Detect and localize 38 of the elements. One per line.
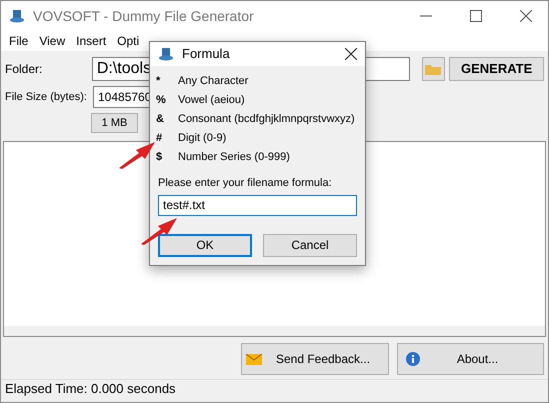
size-preset-button[interactable]: 1 MB <box>91 113 138 134</box>
envelope-icon <box>246 354 262 364</box>
formula-meaning: Vowel (aeiou) <box>178 93 245 108</box>
maximize-icon[interactable] <box>470 10 482 22</box>
formula-meaning: Number Series (0-999) <box>178 150 290 166</box>
pointer-arrow-drawing <box>119 141 155 169</box>
menu-item[interactable]: View <box>39 32 66 50</box>
close-icon[interactable] <box>520 10 532 22</box>
about-button[interactable]: About... <box>397 343 544 375</box>
dialog-title: Formula <box>182 45 230 64</box>
formula-symbol: % <box>156 93 167 108</box>
formula-meaning: Any Character <box>178 74 248 90</box>
formula-meaning: Consonant (bcdfghjklmnpqrstvwxyz) <box>178 112 355 128</box>
menu-item[interactable]: Insert <box>76 32 106 50</box>
dialog-icon <box>158 46 174 62</box>
menu-item[interactable]: File <box>9 32 28 50</box>
window-title: VOVSOFT - Dummy File Generator <box>33 6 254 26</box>
app-icon <box>9 8 25 24</box>
info-icon <box>406 352 420 366</box>
generate-button[interactable]: GENERATE <box>449 57 544 81</box>
pointer-arrow-drawing <box>141 217 177 245</box>
dialog-button[interactable]: OK <box>158 234 252 256</box>
formula-field[interactable]: test#.txt <box>158 194 357 216</box>
formula-meaning: Digit (0-9) <box>178 131 226 146</box>
dialog-button[interactable]: Cancel <box>263 234 357 256</box>
formula-symbol: # <box>156 131 164 146</box>
folder-label: Folder: <box>5 61 44 78</box>
menu-item[interactable]: Opti <box>117 32 140 50</box>
horizontal-scrollbar[interactable] <box>4 326 545 336</box>
formula-symbol: $ <box>156 150 164 166</box>
close-icon[interactable] <box>345 48 357 60</box>
formula-symbol: & <box>156 112 165 128</box>
send-feedback-button[interactable]: Send Feedback... <box>241 343 389 375</box>
folder-icon <box>425 63 442 75</box>
status-text: Elapsed Time: 0.000 seconds <box>5 380 176 398</box>
file-size-label: File Size (bytes): <box>5 90 88 105</box>
formula-symbol: * <box>156 74 162 90</box>
prompt-label: Please enter your filename formula: <box>157 176 333 191</box>
